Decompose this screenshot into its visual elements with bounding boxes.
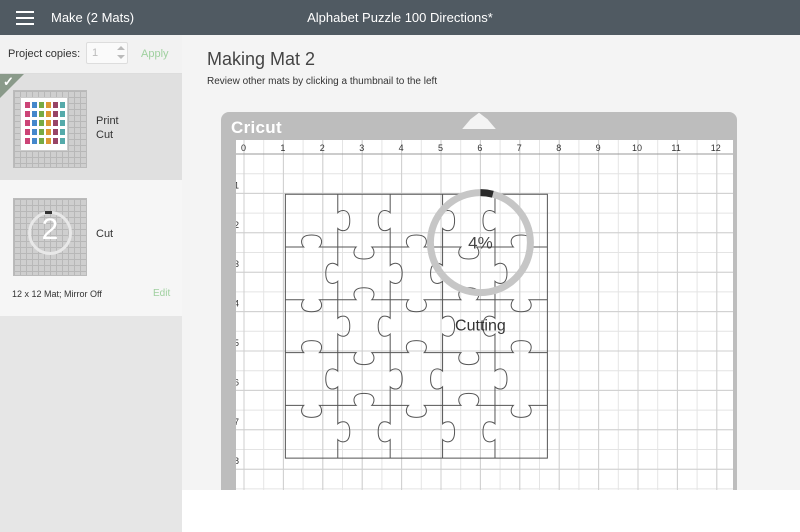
copies-stepper[interactable] — [115, 44, 127, 62]
ruler-top-label: 12 — [711, 143, 721, 153]
ruler-top-label: 5 — [438, 143, 443, 153]
ruler-top-label: 0 — [241, 143, 246, 153]
print-sheet-preview — [20, 97, 68, 151]
mat-1-item[interactable]: ✓ Print Cut — [0, 74, 182, 180]
bottom-strip — [182, 490, 800, 532]
chevron-up-icon[interactable] — [117, 46, 125, 50]
alphabet-preview-image — [25, 102, 65, 144]
mat-2-label-cut: Cut — [96, 228, 114, 240]
ruler-left-label: 2 — [236, 220, 239, 230]
edit-button[interactable]: Edit — [153, 288, 170, 299]
ruler-top-label: 10 — [632, 143, 642, 153]
sidebar: Project copies: Apply ✓ Print Cut 2 Cut … — [0, 35, 182, 532]
mat-1-thumbnail[interactable] — [13, 90, 87, 168]
progress-status: Cutting — [455, 318, 506, 335]
ruler-left-label: 1 — [236, 180, 239, 190]
ruler-left-label: 4 — [236, 299, 239, 309]
mat-grid-canvas: 0 1 2 3 4 5 6 7 8 9 10 11 12 12345678 4% Cutting — [234, 140, 757, 529]
ruler-top-label: 7 — [517, 143, 522, 153]
project-copies-row: Project copies: Apply — [0, 35, 182, 74]
cricut-logo: Cricut — [231, 118, 282, 137]
apply-button[interactable]: Apply — [141, 48, 169, 60]
ruler-left-label: 7 — [236, 417, 239, 427]
mat-hanger — [462, 112, 496, 129]
ruler-top-label: 8 — [556, 143, 561, 153]
mat-2-item[interactable]: 2 Cut 12 x 12 Mat; Mirror Off Edit — [0, 180, 182, 316]
progress-ring-fill — [480, 189, 494, 198]
mat-2-meta: 12 x 12 Mat; Mirror Off — [12, 289, 102, 299]
mat-1-label-print: Print — [96, 115, 119, 127]
ruler-left-label: 3 — [236, 259, 239, 269]
main-panel: Making Mat 2 Review other mats by clicki… — [182, 35, 800, 532]
ruler-top-label: 1 — [280, 143, 285, 153]
page-title: Making Mat 2 — [207, 49, 316, 69]
page-subtitle: Review other mats by clicking a thumbnai… — [207, 76, 438, 87]
mat-1-label-cut: Cut — [96, 129, 114, 141]
ruler-left-label: 5 — [236, 338, 239, 348]
ruler-top-label: 2 — [320, 143, 325, 153]
sidebar-footer — [0, 490, 182, 532]
mat-grid: 0 1 2 3 4 5 6 7 8 9 10 11 12 12345678 4% Cutting — [234, 140, 757, 529]
mat-number: 2 — [41, 213, 59, 246]
ruler-top-label: 11 — [671, 143, 680, 153]
document-title: Alphabet Puzzle 100 Directions* — [307, 10, 493, 25]
mat-2-thumbnail[interactable]: 2 — [13, 198, 87, 276]
ruler-top-label: 4 — [399, 143, 404, 153]
ruler-top-label: 9 — [596, 143, 601, 153]
project-copies-label: Project copies: — [8, 48, 81, 60]
progress-percent: 4% — [468, 234, 493, 253]
top-bar: Make (2 Mats) Alphabet Puzzle 100 Direct… — [0, 0, 800, 35]
ruler-top-label: 3 — [359, 143, 364, 153]
cutting-mat: Cricut 0 1 2 3 4 5 6 7 8 9 10 11 12 12345678 4% Cutt… — [221, 112, 757, 529]
ruler-top-label: 6 — [477, 143, 482, 153]
chevron-down-icon[interactable] — [117, 55, 125, 59]
check-icon: ✓ — [3, 74, 14, 89]
ruler-left-label: 6 — [236, 377, 239, 387]
ruler-left-label: 8 — [236, 456, 239, 466]
